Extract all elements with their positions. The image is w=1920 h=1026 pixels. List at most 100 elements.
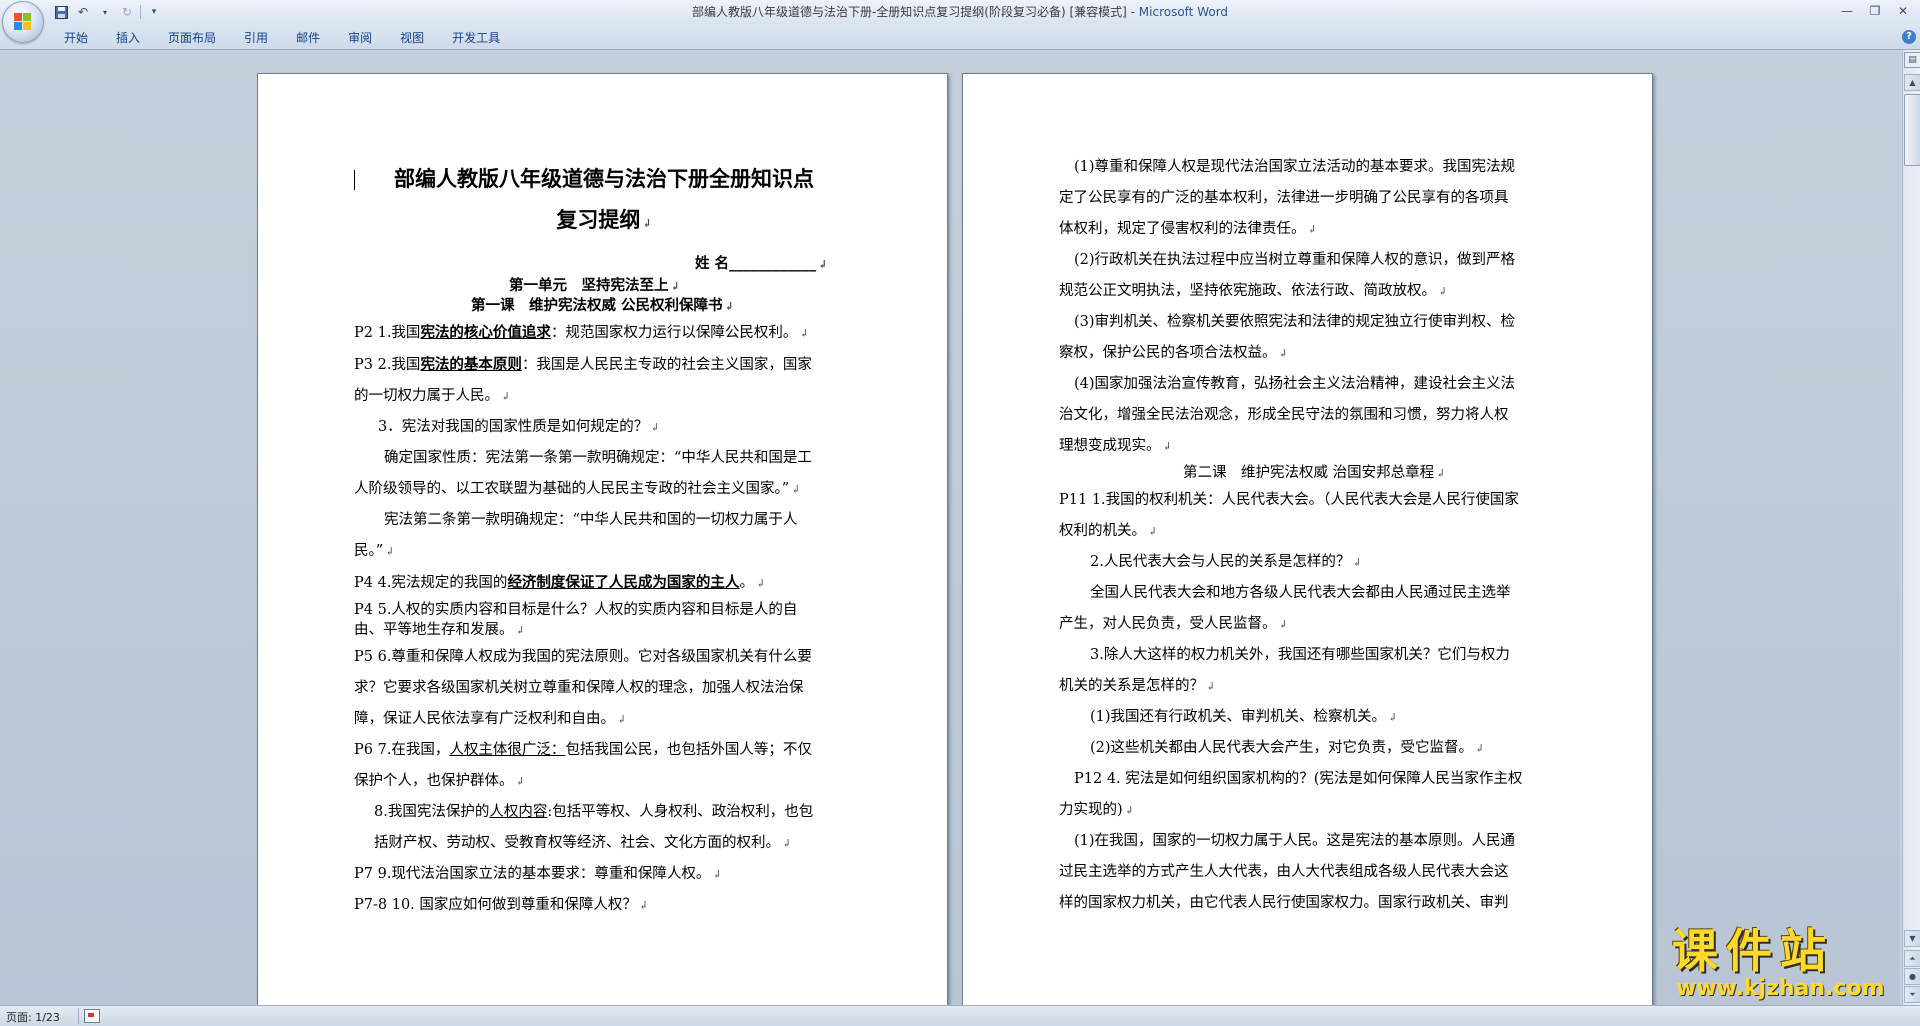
tab-page-layout[interactable]: 页面布局 xyxy=(154,29,230,47)
p3-text: 3．宪法对我国的国家性质是如何规定的？ xyxy=(378,419,649,435)
p10-rest: :包括平等权、人身权利、政治权利，也包 xyxy=(547,804,814,820)
p9-rest: 包括我国公民，也包括外国人等；不仅 xyxy=(565,742,812,758)
paragraph-r8: 3.除人大这样的权力机关外，我国还有哪些国家机关？它们与权力 xyxy=(1059,640,1522,671)
paragraph-p4: 确定国家性质：宪法第一条第一款明确规定：“中华人民共和国是工 xyxy=(354,443,813,474)
office-logo-icon xyxy=(14,13,32,31)
paragraph-r12-cont2: 样的国家权力机关，由它代表人民行使国家权力。国家行政机关、审判 xyxy=(1059,888,1522,919)
ribbon-tab-bar: 开始 插入 页面布局 引用 邮件 审阅 视图 开发工具 ? xyxy=(0,24,1920,50)
p1-keyword: 宪法的核心价值追求 xyxy=(420,324,551,341)
document-workspace: 部编人教版八年级道德与法治下册全册知识点 复习提纲 ↲ 姓 名__________… xyxy=(0,50,1900,1020)
p10-keyword: 人权内容 xyxy=(489,804,548,820)
document-page-2[interactable]: (1)尊重和保障人权是现代法治国家立法活动的基本要求。我国宪法规 定了公民享有的… xyxy=(962,73,1653,1020)
paragraph-r7: 全国人民代表大会和地方各级人民代表大会都由人民通过民主选举 xyxy=(1059,578,1522,609)
scroll-down-icon[interactable]: ▼ xyxy=(1904,930,1920,947)
document-title: 部编人教版八年级道德与法治下册-全册知识点复习提纲(阶段复习必备) [兼容模式]… xyxy=(691,5,1139,19)
tab-view[interactable]: 视图 xyxy=(386,29,438,47)
proofing-status-icon[interactable] xyxy=(84,1009,100,1023)
r5-line1: P11 1.我国的权利机关：人民代表大会。（人民代表大会是人民行使国家 xyxy=(1059,492,1519,508)
unit-heading: 第一单元 坚持宪法至上 ↲ xyxy=(509,277,680,294)
paragraph-r1-cont1: 定了公民享有的广泛的基本权利，法律进一步明确了公民享有的各项具 xyxy=(1059,183,1522,214)
watermark-text: 课件站 xyxy=(1672,924,1834,978)
title-line2-text: 复习提纲 xyxy=(556,207,641,232)
paragraph-p8: P5 6.尊重和保障人权成为我国的宪法原则。它对各级国家机关有什么要 xyxy=(354,642,813,673)
paragraph-r7-cont: 产生，对人民负责，受人民监督。 ↲ xyxy=(1059,616,1288,632)
previous-page-icon[interactable]: ⏶ xyxy=(1904,950,1920,967)
office-button[interactable] xyxy=(2,1,44,43)
watermark-url: www.kjzhan.com xyxy=(1676,976,1885,1001)
lesson2-heading: 第二课 维护宪法权威 治国安邦总章程 ↲ xyxy=(1183,465,1446,481)
tab-home[interactable]: 开始 xyxy=(50,29,102,47)
title-bar: ↶ ▾ ↻ ▾ 部编人教版八年级道德与法治下册-全册知识点复习提纲(阶段复习必备… xyxy=(0,0,1920,24)
paragraph-p2-cont: 的一切权力属于人民。 ↲ xyxy=(354,388,511,404)
p8-line1: P5 6.尊重和保障人权成为我国的宪法原则。它对各级国家机关有什么要 xyxy=(354,649,812,665)
vertical-scrollbar[interactable]: ▤ ▲ ▼ ⏶ ● ⏷ xyxy=(1902,50,1920,1005)
paragraph-r12: (1)在我国，国家的一切权力属于人民。这是宪法的基本原则。人民通 xyxy=(1059,826,1522,857)
tab-references[interactable]: 引用 xyxy=(230,29,282,47)
p2-rest: ：我国是人民民主专政的社会主义国家，国家 xyxy=(521,357,812,373)
paragraph-p7: P4 5.人权的实质内容和目标是什么？人权的实质内容和目标是人的自 xyxy=(354,600,813,620)
paragraph-p10: 8.我国宪法保护的人权内容:包括平等权、人身权利、政治权利，也包 xyxy=(354,797,813,828)
p7-line2: 由、平等地生存和发展。 xyxy=(354,622,514,638)
document-page-1[interactable]: 部编人教版八年级道德与法治下册全册知识点 复习提纲 ↲ 姓 名__________… xyxy=(257,73,948,1020)
p4-line2: 人阶级领导的、以工农联盟为基础的人民民主专政的社会主义国家。” xyxy=(354,481,790,497)
paragraph-p11: P7 9.现代法治国家立法的基本要求：尊重和保障人权。 ↲ xyxy=(354,866,722,882)
r11-line1: P12 4. 宪法是如何组织国家机构的？(宪法是如何保障人民当家作主权 xyxy=(1074,771,1523,787)
page2-body: (1)尊重和保障人权是现代法治国家立法活动的基本要求。我国宪法规 定了公民享有的… xyxy=(1059,152,1522,919)
p9-prefix: P6 7.在我国， xyxy=(354,742,450,758)
status-bar: 页面: 1/23 xyxy=(0,1005,1920,1026)
paragraph-r11: P12 4. 宪法是如何组织国家机构的？(宪法是如何保障人民当家作主权 xyxy=(1059,764,1522,795)
paragraph-r9: (1)我国还有行政机关、审判机关、检察机关。 ↲ xyxy=(1090,709,1398,725)
page-indicator[interactable]: 页面: 1/23 xyxy=(6,1009,60,1025)
p5-line2: 民。” xyxy=(354,543,384,559)
r4-line3: 理想变成现实。 xyxy=(1059,438,1161,454)
paragraph-r2: (2)行政机关在执法过程中应当树立尊重和保障人权的意识，做到严格 xyxy=(1059,245,1522,276)
tab-insert[interactable]: 插入 xyxy=(102,29,154,47)
document-title-line2: 复习提纲 ↲ xyxy=(556,207,652,232)
scroll-up-icon[interactable]: ▲ xyxy=(1904,74,1920,91)
paragraph-r2-cont: 规范公正文明执法，坚持依宪施政、依法行政、简政放权。 ↲ xyxy=(1059,283,1448,299)
r2-line2: 规范公正文明执法，坚持依宪施政、依法行政、简政放权。 xyxy=(1059,283,1436,299)
app-name: Microsoft Word xyxy=(1138,5,1229,19)
p1-prefix: P2 1.我国 xyxy=(354,325,421,341)
document-title-line1: 部编人教版八年级道德与法治下册全册知识点 xyxy=(394,166,814,191)
restore-icon[interactable]: ❐ xyxy=(1862,2,1888,20)
paragraph-r3: (3)审判机关、检察机关要依照宪法和法律的规定独立行使审判权、检 xyxy=(1059,307,1522,338)
p6-prefix: P4 4.宪法规定的我国的 xyxy=(354,575,508,591)
paragraph-p12: P7-8 10. 国家应如何做到尊重和保障人权？ ↲ xyxy=(354,897,649,913)
p9-keyword: 人权主体很广泛： xyxy=(449,742,566,758)
window-title: 部编人教版八年级道德与法治下册-全册知识点复习提纲(阶段复习必备) [兼容模式]… xyxy=(0,3,1920,20)
page1-body: P2 1.我国宪法的核心价值追求：规范国家权力运行以保障公民权利。 ↲ P3 2.… xyxy=(354,317,813,921)
r1-line1: (1)尊重和保障人权是现代法治国家立法活动的基本要求。我国宪法规 xyxy=(1074,159,1516,175)
r12-line3: 样的国家权力机关，由它代表人民行使国家权力。国家行政机关、审判 xyxy=(1059,895,1509,911)
r8-line2: 机关的关系是怎样的？ xyxy=(1059,678,1204,694)
p11-text: P7 9.现代法治国家立法的基本要求：尊重和保障人权。 xyxy=(354,866,711,882)
r7-line2: 产生，对人民负责，受人民监督。 xyxy=(1059,616,1277,632)
name-blank: ____________ xyxy=(729,255,817,272)
p10-line2: 括财产权、劳动权、受教育权等经济、社会、文化方面的权利。 xyxy=(374,835,780,851)
select-browse-object-icon[interactable]: ● xyxy=(1904,968,1920,985)
paragraph-r12-cont1: 过民主选举的方式产生人大代表，由人大代表组成各级人民代表大会这 xyxy=(1059,857,1522,888)
p1-rest: ：规范国家权力运行以保障公民权利。 xyxy=(550,325,798,341)
paragraph-p5: 宪法第二条第一款明确规定：“中华人民共和国的一切权力属于人 xyxy=(354,505,813,536)
view-ruler-icon[interactable]: ▤ xyxy=(1904,52,1920,68)
unit-heading-text: 第一单元 坚持宪法至上 xyxy=(509,277,669,294)
tab-mailings[interactable]: 邮件 xyxy=(282,29,334,47)
r4-line1: (4)国家加强法治宣传教育，弘扬社会主义法治精神，建设社会主义法 xyxy=(1074,376,1516,392)
scrollbar-thumb[interactable] xyxy=(1904,94,1920,166)
r6-text: 2.人民代表大会与人民的关系是怎样的？ xyxy=(1090,554,1351,570)
paragraph-r10: (2)这些机关都由人民代表大会产生，对它负责，受它监督。 ↲ xyxy=(1090,740,1485,756)
r7-line1: 全国人民代表大会和地方各级人民代表大会都由人民通过民主选举 xyxy=(1090,585,1511,601)
help-icon[interactable]: ? xyxy=(1902,30,1916,44)
tab-developer[interactable]: 开发工具 xyxy=(438,29,514,47)
paragraph-p4-cont: 人阶级领导的、以工农联盟为基础的人民民主专政的社会主义国家。” ↲ xyxy=(354,481,801,497)
close-icon[interactable]: ✕ xyxy=(1890,2,1916,20)
minimize-icon[interactable]: — xyxy=(1834,2,1860,20)
r8-line1: 3.除人大这样的权力机关外，我国还有哪些国家机关？它们与权力 xyxy=(1090,647,1510,663)
r9-text: (1)我国还有行政机关、审判机关、检察机关。 xyxy=(1090,709,1387,725)
paragraph-p7-cont: 由、平等地生存和发展。 ↲ xyxy=(354,622,525,638)
tab-review[interactable]: 审阅 xyxy=(334,29,386,47)
name-label: 姓 名 xyxy=(695,255,730,272)
next-page-icon[interactable]: ⏷ xyxy=(1904,986,1920,1003)
r3-line2: 察权，保护公民的各项合法权益。 xyxy=(1059,345,1277,361)
r1-line3: 体权利，规定了侵害权利的法律责任。 xyxy=(1059,221,1306,237)
